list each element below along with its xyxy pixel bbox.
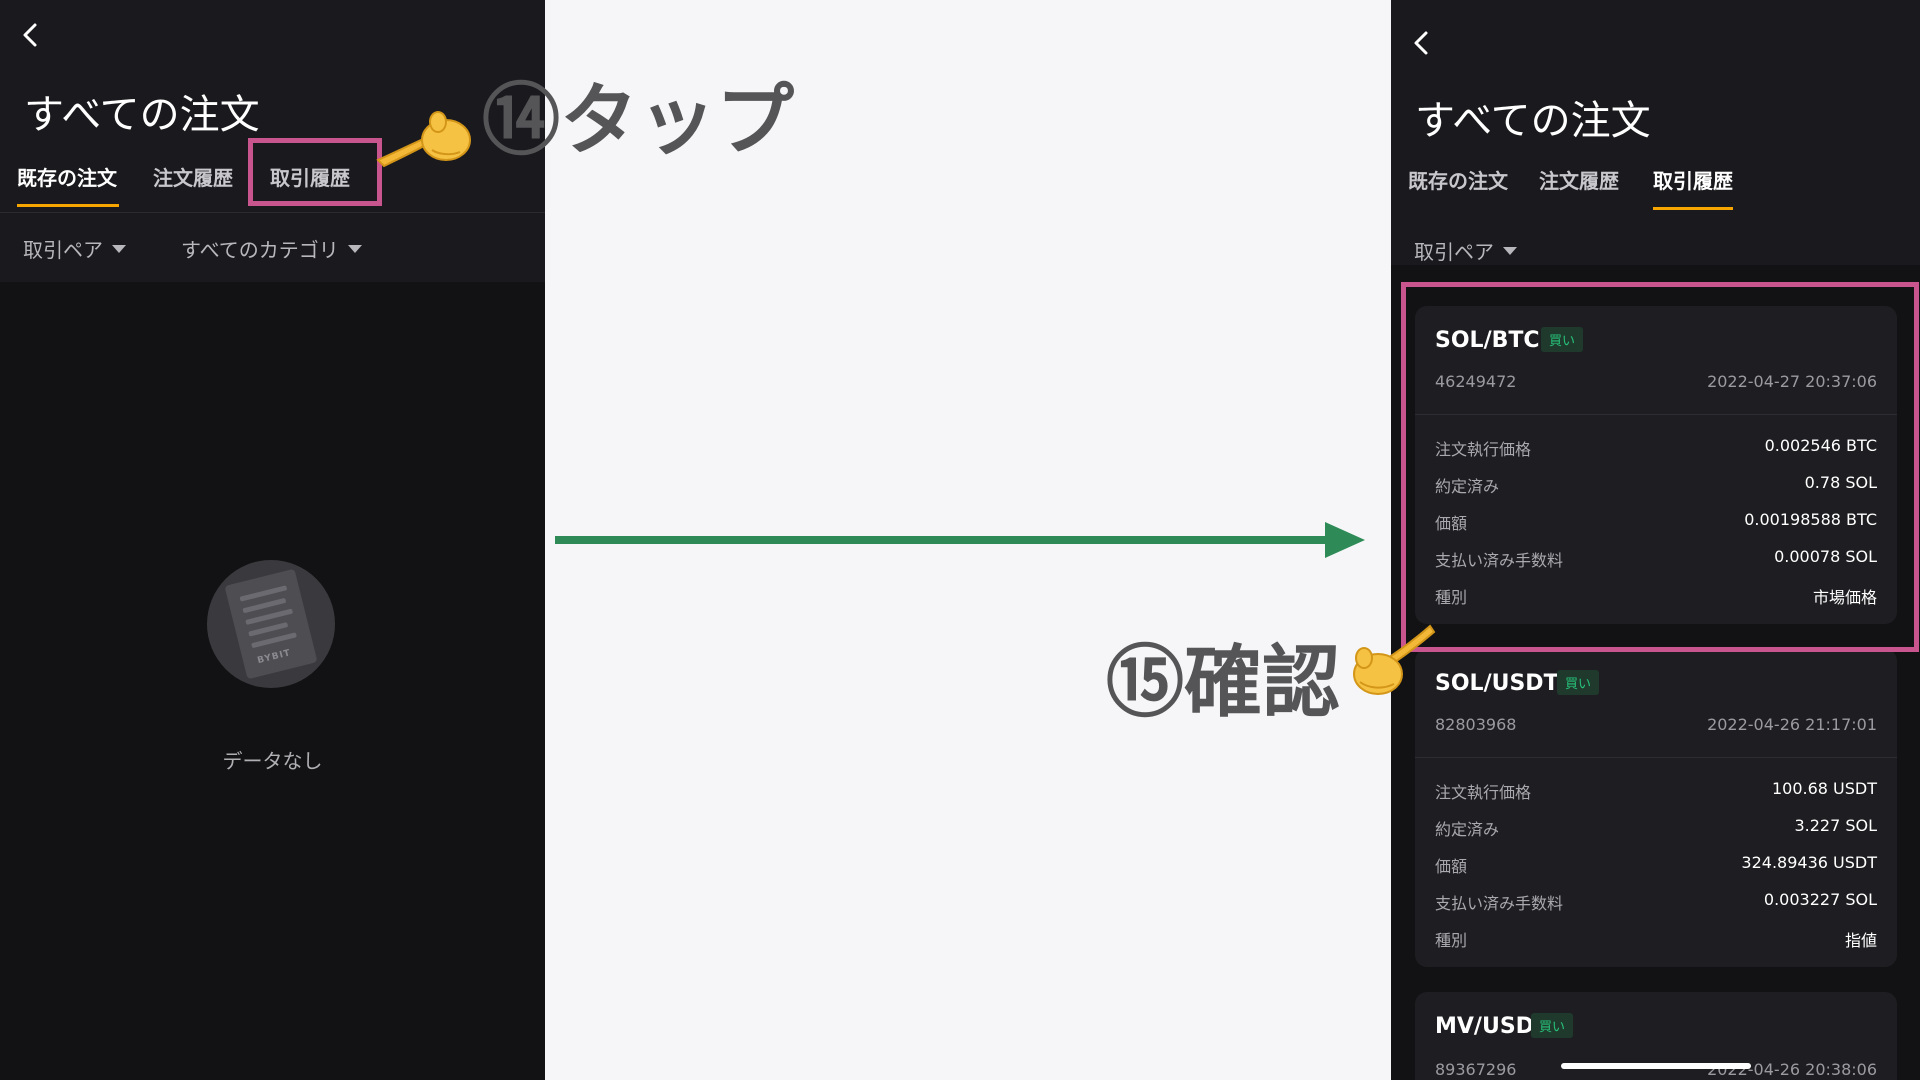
trade-card[interactable]: SOL/USDT 買い 82803968 2022-04-26 21:17:01… — [1415, 649, 1897, 967]
filter-category[interactable]: すべてのカテゴリ — [181, 234, 362, 263]
filter-trading-pair[interactable]: 取引ペア — [1414, 236, 1517, 265]
annotation-step-14: ⑭タップ — [482, 76, 795, 166]
caret-down-icon — [112, 244, 126, 253]
pointing-hand-icon — [1344, 618, 1436, 702]
caret-down-icon — [347, 244, 362, 253]
row-label: 種別 — [1435, 931, 1468, 950]
back-icon[interactable] — [18, 22, 44, 48]
filter-label: 取引ペア — [1414, 240, 1494, 264]
tab-trade-history[interactable]: 取引履歴 — [1653, 165, 1733, 194]
row-value: 3.227 SOL — [1794, 816, 1877, 835]
annotation-step-15: ⑮確認 — [1106, 638, 1341, 728]
empty-document-icon: BYBIT — [207, 560, 335, 688]
empty-state-text: データなし — [222, 749, 323, 773]
tab-order-history[interactable]: 注文履歴 — [1539, 165, 1619, 194]
caret-down-icon — [1503, 246, 1517, 255]
side-badge: 買い — [1531, 1013, 1574, 1038]
row-label: 注文執行価格 — [1435, 783, 1532, 802]
order-time: 2022-04-26 21:17:01 — [1707, 715, 1877, 734]
tab-bar: 既存の注文 注文履歴 取引履歴 — [1391, 162, 1920, 224]
tab-active-underline — [1653, 207, 1733, 210]
tab-order-history[interactable]: 注文履歴 — [153, 162, 233, 191]
row-label: 価額 — [1435, 857, 1468, 876]
back-icon[interactable] — [1409, 30, 1435, 56]
row-value: 指値 — [1844, 931, 1877, 950]
row-value: 324.89436 USDT — [1741, 853, 1877, 872]
filter-label: 取引ペア — [23, 238, 103, 262]
page-title: すべての注文 — [1415, 98, 1651, 144]
row-value: 0.003227 SOL — [1763, 890, 1877, 909]
tab-divider — [0, 212, 545, 213]
pointing-hand-icon — [372, 100, 472, 174]
row-value: 100.68 USDT — [1771, 779, 1877, 798]
card-divider — [1415, 757, 1897, 758]
row-label: 支払い済み手数料 — [1435, 894, 1564, 913]
tab-active-underline — [17, 204, 119, 207]
page-title: すべての注文 — [24, 92, 260, 138]
side-badge: 買い — [1557, 670, 1600, 695]
highlight-box-trade-card — [1401, 282, 1919, 652]
arrow-right-icon — [555, 520, 1365, 560]
trade-pair: SOL/USDT — [1435, 671, 1559, 696]
home-indicator — [1561, 1063, 1751, 1069]
order-id: 89367296 — [1435, 1060, 1517, 1079]
empty-logo-text: BYBIT — [256, 648, 293, 667]
filter-label: すべてのカテゴリ — [181, 238, 339, 262]
filter-trading-pair[interactable]: 取引ペア — [23, 234, 126, 263]
row-label: 約定済み — [1435, 820, 1500, 839]
order-id: 82803968 — [1435, 715, 1517, 734]
tab-open-orders[interactable]: 既存の注文 — [1408, 165, 1508, 194]
highlight-box-trade-history-tab — [248, 138, 382, 206]
tab-open-orders[interactable]: 既存の注文 — [17, 162, 117, 191]
